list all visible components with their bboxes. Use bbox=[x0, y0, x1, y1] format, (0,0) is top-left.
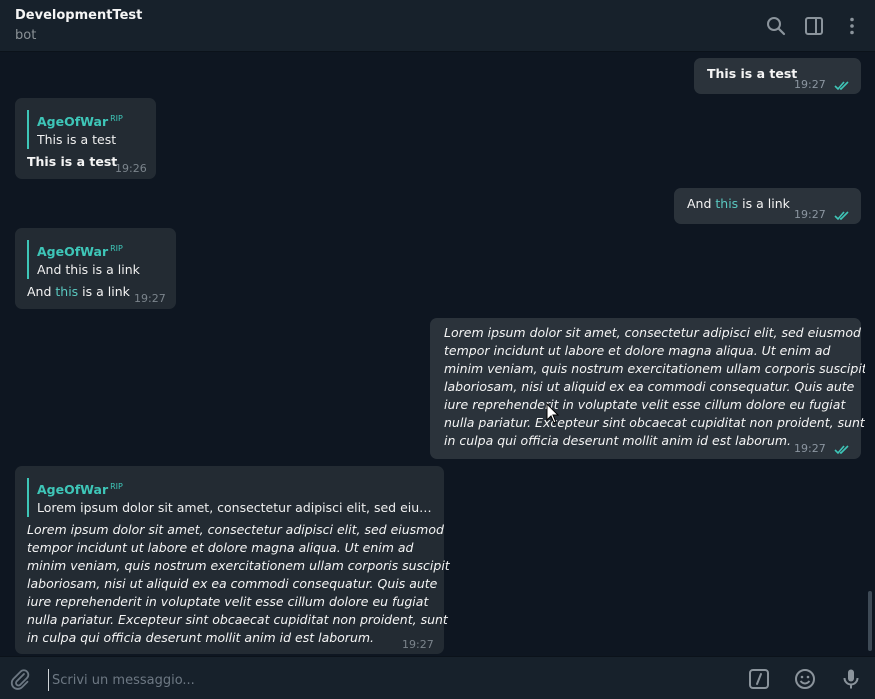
chat-subtitle: bot bbox=[15, 28, 37, 43]
chat-header: DevelopmentTest bot bbox=[0, 0, 875, 52]
message-time: 19:27 bbox=[402, 638, 434, 651]
read-checkmarks-icon bbox=[834, 208, 852, 221]
attach-icon[interactable] bbox=[8, 667, 32, 691]
read-checkmarks-icon bbox=[834, 78, 852, 91]
reply-text: And this is a link bbox=[37, 262, 140, 278]
bot-commands-icon[interactable] bbox=[747, 667, 771, 691]
reply-quote[interactable]: AgeOfWar RIP Lorem ipsum dolor sit amet, … bbox=[27, 478, 437, 518]
outgoing-message[interactable]: And this is a link 19:27 bbox=[674, 188, 861, 224]
reply-author: AgeOfWar bbox=[37, 244, 109, 260]
message-text: Lorem ipsum dolor sit amet, consectetur … bbox=[27, 522, 450, 645]
message-link[interactable]: this bbox=[715, 196, 738, 211]
message-time: 19:26 bbox=[115, 162, 147, 175]
emoji-icon[interactable] bbox=[793, 667, 817, 691]
outgoing-message[interactable]: Lorem ipsum dolor sit amet, consectetur … bbox=[430, 318, 865, 459]
reply-badge: RIP bbox=[110, 482, 123, 491]
reply-author: AgeOfWar bbox=[37, 114, 109, 130]
outgoing-message[interactable]: This is a test 19:27 bbox=[694, 58, 861, 94]
more-vertical-icon[interactable] bbox=[840, 14, 864, 38]
message-time: 19:27 bbox=[794, 208, 826, 221]
message-time: 19:27 bbox=[794, 442, 826, 455]
message-text: This is a test bbox=[707, 66, 798, 81]
search-icon[interactable] bbox=[764, 14, 788, 38]
scrollbar[interactable] bbox=[866, 53, 875, 655]
message-composer bbox=[0, 656, 875, 699]
message-time: 19:27 bbox=[794, 78, 826, 91]
message-link[interactable]: this bbox=[55, 284, 78, 299]
reply-text: Lorem ipsum dolor sit amet, consectetur … bbox=[37, 500, 437, 516]
reply-author: AgeOfWar bbox=[37, 482, 109, 498]
sidebar-toggle-icon[interactable] bbox=[802, 14, 826, 38]
message-text: This is a test bbox=[27, 154, 118, 169]
microphone-icon[interactable] bbox=[839, 667, 863, 691]
reply-quote[interactable]: AgeOfWar RIP And this is a link bbox=[27, 240, 172, 280]
message-text: And this is a link bbox=[687, 196, 790, 211]
incoming-message[interactable]: AgeOfWar RIP Lorem ipsum dolor sit amet, … bbox=[15, 466, 450, 654]
message-text: And this is a link bbox=[27, 284, 130, 299]
reply-quote[interactable]: AgeOfWar RIP This is a test bbox=[27, 110, 152, 150]
message-input[interactable] bbox=[48, 669, 734, 691]
reply-text: This is a test bbox=[37, 132, 117, 148]
incoming-message[interactable]: AgeOfWar RIP This is a test This is a tes… bbox=[15, 98, 156, 179]
mouse-pointer-icon bbox=[546, 402, 560, 425]
read-checkmarks-icon bbox=[834, 442, 852, 455]
reply-badge: RIP bbox=[110, 114, 123, 123]
message-list[interactable]: This is a test 19:27 AgeOfWar RIP This is… bbox=[0, 53, 865, 655]
message-time: 19:27 bbox=[134, 292, 166, 305]
incoming-message[interactable]: AgeOfWar RIP And this is a link And this … bbox=[15, 228, 176, 309]
message-text: Lorem ipsum dolor sit amet, consectetur … bbox=[444, 325, 865, 448]
chat-title[interactable]: DevelopmentTest bbox=[15, 8, 142, 23]
reply-badge: RIP bbox=[110, 244, 123, 253]
scrollbar-thumb[interactable] bbox=[868, 591, 872, 651]
